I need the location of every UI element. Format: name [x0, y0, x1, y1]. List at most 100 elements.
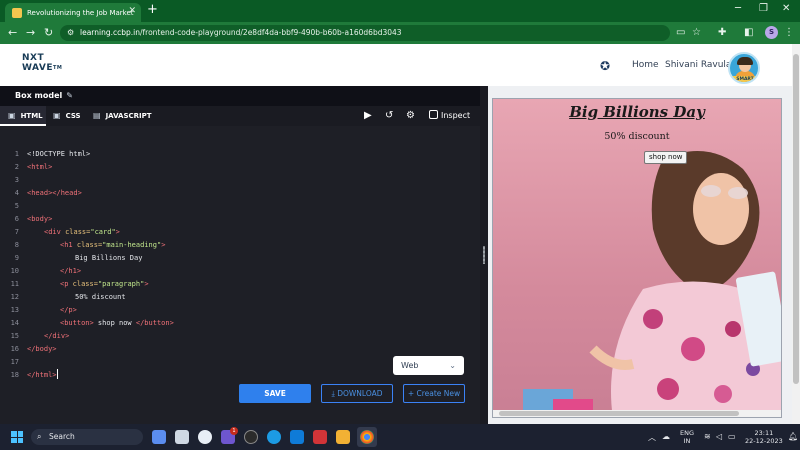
code-line: 15 </div>: [0, 330, 480, 343]
minimize-icon[interactable]: ─: [735, 3, 741, 14]
preview-shop-now-button[interactable]: shop now: [644, 151, 688, 164]
chevron-down-icon: ⌄: [449, 361, 456, 370]
side-panel-icon[interactable]: ◧: [744, 27, 753, 38]
view-mode-select[interactable]: Web ⌄: [393, 356, 464, 375]
tab-javascript-label: JAVASCRIPT: [105, 112, 152, 120]
compass-icon[interactable]: ✪: [600, 59, 610, 73]
browser-tab-strip: Revolutionizing the Job Market ✕ + ─ ❐ ✕: [0, 0, 800, 22]
chrome-icon[interactable]: [360, 430, 374, 444]
window-close-icon[interactable]: ✕: [782, 3, 790, 14]
scrollbar-thumb[interactable]: [499, 411, 739, 416]
code-token: class=: [76, 241, 103, 249]
reset-icon[interactable]: ↺: [385, 110, 393, 121]
code-text: </html>: [27, 369, 58, 382]
reload-icon[interactable]: ↻: [44, 26, 53, 39]
site-favicon-icon: [12, 8, 22, 18]
inspect-toggle[interactable]: Inspect: [429, 110, 470, 120]
browser-tab[interactable]: Revolutionizing the Job Market ✕: [5, 3, 141, 22]
preview-horizontal-scrollbar[interactable]: [493, 410, 781, 417]
pencil-icon[interactable]: ✎: [66, 91, 73, 100]
language-indicator[interactable]: ENG IN: [680, 429, 694, 445]
windows-start-icon[interactable]: [11, 431, 23, 443]
bookmark-star-icon[interactable]: ☆: [692, 27, 701, 38]
dell-icon[interactable]: [244, 430, 258, 444]
panel-splitter[interactable]: [480, 86, 488, 424]
code-text: </body>: [27, 345, 57, 353]
page-scrollbar[interactable]: [792, 44, 800, 424]
back-icon[interactable]: ←: [8, 26, 17, 39]
code-token: "card": [90, 228, 116, 236]
home-link[interactable]: Home: [632, 60, 659, 70]
chevron-up-icon[interactable]: ︿: [648, 432, 656, 443]
onedrive-icon[interactable]: ☁: [662, 432, 670, 441]
battery-icon[interactable]: ▭: [728, 432, 736, 441]
clock-time: 23:11: [754, 429, 774, 437]
code-text: <body>: [27, 215, 53, 223]
extensions-icon[interactable]: ✚: [718, 27, 726, 38]
new-tab-icon[interactable]: +: [147, 2, 158, 17]
security-app-icon[interactable]: [313, 430, 327, 444]
task-view-icon[interactable]: [175, 430, 189, 444]
code-token: <button>: [60, 319, 94, 327]
logo-tm: TM: [53, 65, 63, 71]
forward-icon[interactable]: →: [26, 26, 35, 39]
code-token: "main-heading": [102, 241, 162, 249]
store-icon[interactable]: [290, 430, 304, 444]
widgets-icon[interactable]: [152, 430, 166, 444]
file-explorer-icon[interactable]: [336, 430, 350, 444]
code-token: <p: [60, 280, 69, 288]
tab-javascript[interactable]: ▤ JAVASCRIPT: [93, 106, 153, 126]
browser-menu-icon[interactable]: ⋮: [784, 27, 794, 38]
code-token: <h1: [60, 241, 73, 249]
clock[interactable]: 23:11 22-12-2023: [745, 429, 783, 445]
url-host: learning.ccbp.in: [80, 28, 140, 37]
taskbar-search[interactable]: ⌕ Search: [31, 429, 143, 445]
user-avatar[interactable]: SMART: [728, 52, 760, 84]
inspect-label: Inspect: [441, 111, 471, 120]
inspect-checkbox-icon[interactable]: [429, 110, 438, 119]
line-number: 9: [14, 254, 19, 262]
nxtwave-logo[interactable]: NXT WAVETM: [22, 53, 62, 73]
address-bar-row: ← → ↻ ⚙ learning.ccbp.in/frontend-code-p…: [0, 22, 800, 44]
plus-icon: +: [407, 389, 417, 398]
browser-app-icon[interactable]: [267, 430, 281, 444]
drag-handle-icon[interactable]: [483, 246, 485, 264]
restore-icon[interactable]: ❐: [759, 3, 768, 14]
editor-title-bar: Box model ✎: [0, 86, 480, 106]
playground-title: Box model: [15, 91, 63, 100]
wifi-icon[interactable]: ≋: [704, 432, 711, 441]
line-number: 14: [10, 319, 19, 327]
scrollbar-thumb[interactable]: [793, 54, 799, 384]
line-number: 18: [10, 371, 19, 379]
save-button[interactable]: SAVE: [239, 384, 311, 403]
cast-icon[interactable]: ▭: [676, 27, 685, 38]
text-caret: [56, 369, 58, 379]
url-field[interactable]: ⚙ learning.ccbp.in/frontend-code-playgro…: [60, 25, 670, 41]
tab-html[interactable]: ▣ HTML: [0, 106, 46, 126]
code-token: >: [144, 280, 149, 288]
download-button[interactable]: ⤓ DOWNLOAD: [321, 384, 393, 403]
profile-avatar[interactable]: S: [765, 26, 778, 39]
tab-close-icon[interactable]: ✕: [128, 6, 136, 16]
settings-gear-icon[interactable]: ⚙: [406, 110, 415, 121]
code-line: 11 <p class="paragraph">: [0, 278, 480, 291]
code-line: 9 Big Billions Day: [0, 252, 480, 265]
code-token: </html>: [27, 371, 57, 379]
js-file-icon: ▤: [93, 111, 101, 120]
notifications-bell-icon[interactable]: 🔔︎: [788, 432, 798, 441]
weather-icon[interactable]: [198, 430, 212, 444]
preview-main-heading: Big Billions Day: [569, 103, 705, 121]
user-name[interactable]: Shivani Ravula: [665, 60, 731, 70]
site-info-icon[interactable]: ⚙: [67, 25, 74, 41]
tab-css[interactable]: ▣ CSS: [53, 106, 87, 126]
code-text: <head></head>: [27, 189, 82, 197]
create-new-button[interactable]: + Create New: [403, 384, 465, 403]
line-number: 10: [10, 267, 19, 275]
run-play-icon[interactable]: ▶: [364, 110, 372, 121]
code-line: 16 </body>: [0, 343, 480, 356]
teams-icon[interactable]: 1: [221, 427, 238, 444]
code-text: <html>: [27, 163, 53, 171]
line-number: 7: [14, 228, 19, 236]
volume-icon[interactable]: ◁: [716, 432, 722, 441]
tab-html-label: HTML: [20, 112, 43, 120]
